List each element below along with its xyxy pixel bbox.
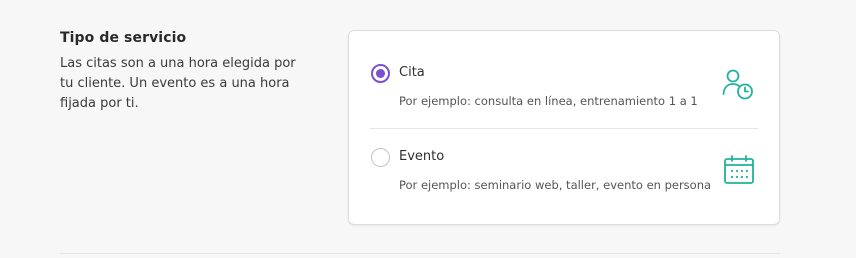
radio-evento[interactable] bbox=[371, 148, 390, 167]
person-clock-icon bbox=[721, 67, 757, 103]
section-title: Tipo de servicio bbox=[60, 30, 187, 46]
section-description: Las citas son a una hora elegida por tu … bbox=[60, 56, 296, 111]
radio-cita[interactable] bbox=[371, 64, 390, 83]
option-cita-label: Cita bbox=[399, 65, 425, 80]
calendar-icon bbox=[721, 153, 757, 189]
option-cita-description: Por ejemplo: consulta en línea, entrenam… bbox=[399, 94, 698, 108]
section-divider bbox=[60, 253, 780, 254]
page: Tipo de servicio Las citas son a una hor… bbox=[0, 0, 856, 258]
option-cita[interactable]: Cita Por ejemplo: consulta en línea, ent… bbox=[349, 31, 779, 127]
option-evento-description: Por ejemplo: seminario web, taller, even… bbox=[399, 178, 712, 192]
option-evento-label: Evento bbox=[399, 149, 445, 164]
service-type-card: Cita Por ejemplo: consulta en línea, ent… bbox=[348, 30, 780, 225]
option-evento[interactable]: Evento Por ejemplo: seminario web, talle… bbox=[349, 129, 779, 225]
section-info: Tipo de servicio Las citas son a una hor… bbox=[60, 30, 300, 114]
